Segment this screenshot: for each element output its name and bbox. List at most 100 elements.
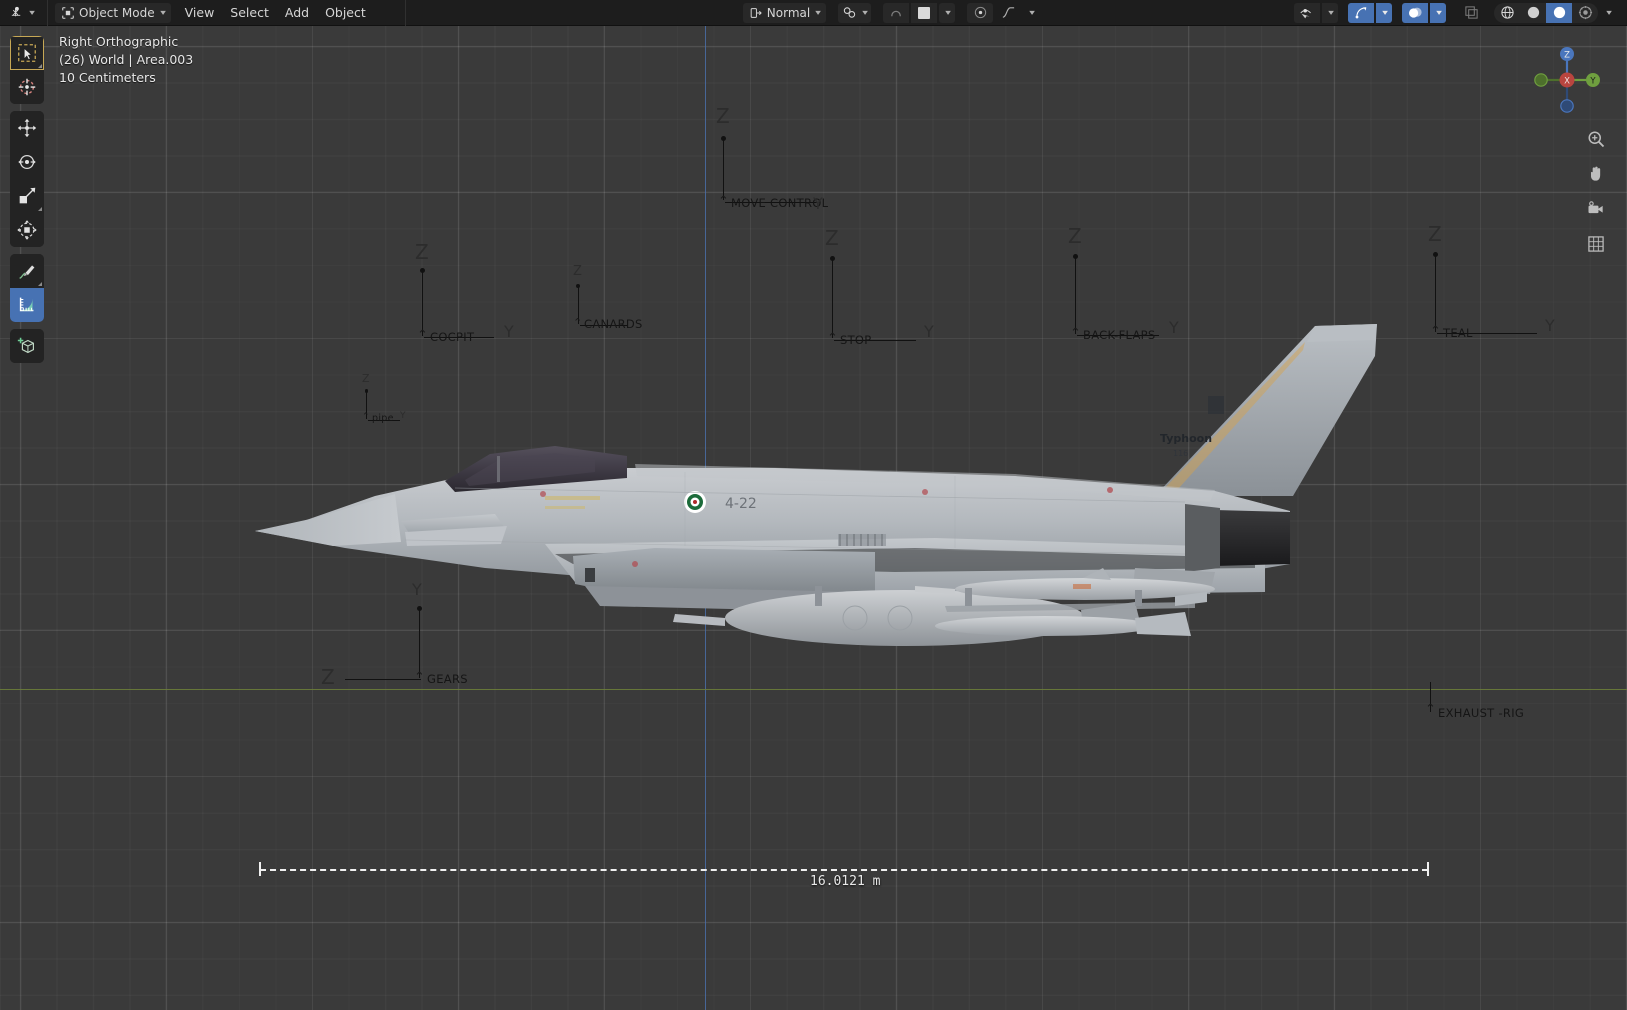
move-tool[interactable] [10,111,44,145]
toggle-xray-button[interactable] [1458,3,1484,23]
axis-line-z [1435,254,1437,332]
menu-add[interactable]: Add [277,3,317,23]
axis-line-y [725,202,817,204]
shading-mode-selector [1494,2,1598,23]
transform-icon [17,220,37,240]
viewport-toolbar [10,36,44,370]
rotate-tool[interactable] [10,145,44,179]
select-box-icon [18,44,36,62]
proportional-group: ▾ [880,0,958,26]
axis-label-z: Z [573,264,582,279]
mode-group: Object Mode ▾ [52,0,174,26]
tool-has-submenu-marker [38,282,42,286]
annotate-tool[interactable] [10,254,44,288]
measure-tool[interactable] [10,288,44,322]
axis-label-x: ⌃ [1425,702,1436,717]
transform-orientation-selector[interactable]: Normal ▾ [742,2,827,23]
engine-nozzle [1215,510,1290,566]
mode-label: Object Mode [79,5,155,20]
chevron-down-icon: ▾ [945,8,952,17]
shading-material-preview-button[interactable] [1546,2,1572,23]
menu-view[interactable]: View [177,3,223,23]
gizmo-label-y: Y [1589,77,1596,87]
tweak-select-box-tool[interactable] [10,36,44,70]
rendered-shading-icon [1578,5,1592,20]
proportional-connected-toggle[interactable] [967,2,994,23]
gizmo-ball-z-neg[interactable] [1560,99,1574,113]
visibility-dropdown[interactable]: ▾ [1322,2,1338,23]
editor-type-button[interactable]: ▾ [3,3,40,23]
solid-shading-icon [1527,6,1539,19]
snapping-magnet-icon [844,7,856,18]
scale-icon [19,187,36,204]
show-overlays-toggle[interactable] [1402,2,1428,23]
gizmo-dropdown[interactable]: ▾ [1376,2,1392,23]
proportional-editing-icon [890,10,901,17]
object-mode-icon [62,6,74,19]
pylon-3 [1135,590,1142,606]
shading-wireframe-button[interactable] [1494,3,1520,23]
overlays-icon [1409,7,1422,18]
view-name-label: Right Orthographic [59,34,179,49]
ruler-line[interactable] [260,869,1428,871]
pan-button[interactable] [1583,161,1609,187]
tail-text: Typhoon [1160,432,1212,445]
proportional-falloff-selector[interactable] [911,2,938,23]
empty-origin-dot [721,136,726,141]
visibility-group: ▾ [1291,0,1341,26]
gizmo-ball-y-neg[interactable] [1534,73,1548,87]
zoom-button[interactable] [1583,126,1609,152]
nozzle-collar [1185,504,1220,572]
empty-origin-dot [576,284,580,288]
gizmo-icon [1355,7,1366,19]
shading-dropdown[interactable]: ▾ [1600,3,1616,23]
add-cube-icon [17,337,35,354]
shading-solid-button[interactable] [1520,3,1546,23]
tank-nose [673,614,725,626]
tool-has-submenu-marker [38,64,42,68]
axis-label-y: Y [1545,316,1555,335]
toggle-ortho-button[interactable] [1583,231,1609,257]
falloff-dropdown[interactable]: ▾ [939,2,956,23]
transform-group: Normal ▾ [740,0,829,26]
object-visibility-button[interactable] [1294,2,1320,23]
chevron-down-icon: ▾ [159,8,166,17]
axis-label-z: Z [1068,224,1082,248]
mode-selector[interactable]: Object Mode ▾ [55,2,171,23]
missile-tail-2 [1135,612,1191,636]
snap-toggle[interactable]: ▾ [838,2,872,23]
viewport-nav-buttons [1579,126,1613,257]
intake-slat [585,568,595,582]
gizmo-group: ▾ [1345,0,1395,26]
transform-orientation-label: Normal [766,5,811,20]
axis-label-z: Z [825,226,839,250]
toolbar-group-add [10,329,44,363]
toggle-xray-icon [1464,6,1478,19]
axis-label-y: Y [813,194,823,213]
shading-rendered-button[interactable] [1572,3,1598,23]
scale-tool[interactable] [10,179,44,213]
add-cube-tool[interactable] [10,329,44,363]
pylon-1 [815,586,822,606]
menu-select[interactable]: Select [222,3,277,23]
tail-emblem [1208,396,1224,414]
toolbar-group-annotate [10,254,44,322]
axis-line-y [0,689,1627,690]
navigation-gizmo[interactable]: Z Y X [1527,40,1607,120]
aircraft-model[interactable]: Typhoon 116 4-22 [255,296,1435,686]
transform-tool[interactable] [10,213,44,247]
overlays-dropdown[interactable]: ▾ [1430,2,1446,23]
menu-object[interactable]: Object [317,3,374,23]
viewport-3d[interactable]: Right Orthographic (26) World | Area.003… [0,26,1627,1010]
falloff-curve-icon-btn[interactable] [995,3,1021,23]
editor-type-icon [11,6,21,17]
divider [47,0,49,26]
pylon-2 [965,588,972,606]
cursor-tool[interactable] [10,70,44,104]
falloff-curve-dropdown[interactable]: ▾ [1023,3,1039,23]
show-gizmo-toggle[interactable] [1348,2,1374,23]
proportional-editing-toggle[interactable] [883,2,910,23]
annotate-pencil-icon [19,264,36,279]
camera-view-button[interactable] [1583,196,1609,222]
material-preview-icon [1553,6,1565,19]
